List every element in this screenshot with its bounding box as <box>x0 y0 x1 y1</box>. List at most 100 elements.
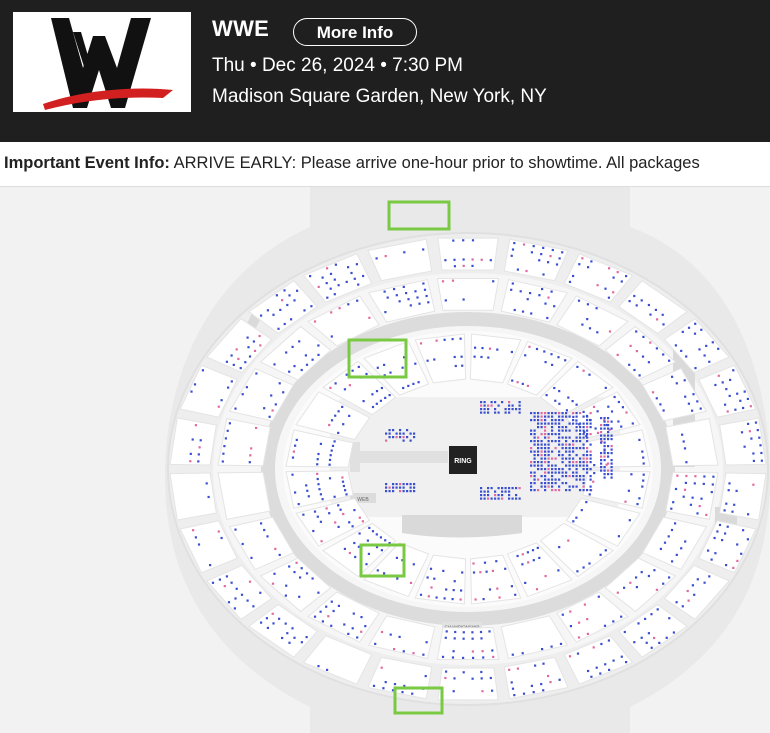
seat[interactable] <box>530 684 533 687</box>
floor-seat[interactable] <box>568 415 571 418</box>
seat[interactable] <box>588 373 591 376</box>
floor-seat[interactable] <box>392 490 395 493</box>
seat[interactable] <box>291 627 294 630</box>
floor-seat[interactable] <box>610 452 613 455</box>
floor-seat[interactable] <box>589 433 592 436</box>
seat[interactable] <box>703 475 706 478</box>
seat[interactable] <box>716 530 719 533</box>
seat[interactable] <box>488 630 491 633</box>
floor-seat[interactable] <box>540 443 543 446</box>
seat[interactable] <box>612 620 615 623</box>
floor-seat[interactable] <box>572 471 575 474</box>
floor-seat[interactable] <box>600 417 603 420</box>
seat[interactable] <box>451 279 455 282</box>
floor-seat[interactable] <box>540 440 543 443</box>
floor-seat[interactable] <box>603 445 606 448</box>
seat[interactable] <box>692 393 695 396</box>
seat[interactable] <box>576 365 579 368</box>
seat[interactable] <box>616 353 619 356</box>
seat[interactable] <box>636 503 639 506</box>
floor-seat[interactable] <box>544 433 547 436</box>
seat[interactable] <box>462 671 465 674</box>
seat[interactable] <box>277 327 280 330</box>
seat[interactable] <box>491 649 494 652</box>
seat[interactable] <box>736 543 739 546</box>
seat[interactable] <box>693 482 696 485</box>
seat[interactable] <box>356 299 359 302</box>
floor-seat[interactable] <box>406 490 409 493</box>
floor-seat[interactable] <box>561 436 564 439</box>
seat[interactable] <box>534 664 537 667</box>
floor-seat[interactable] <box>600 431 603 434</box>
floor-seat[interactable] <box>607 427 610 430</box>
floor-seat[interactable] <box>568 454 571 457</box>
seat[interactable] <box>330 624 333 627</box>
floor-seat[interactable] <box>603 452 606 455</box>
seat[interactable] <box>696 512 699 515</box>
seat[interactable] <box>384 396 387 399</box>
seat[interactable] <box>642 479 645 482</box>
seat[interactable] <box>569 610 572 613</box>
seat[interactable] <box>694 475 697 478</box>
seat[interactable] <box>668 359 671 362</box>
floor-seat[interactable] <box>579 433 582 436</box>
floor-seat[interactable] <box>547 478 550 481</box>
seat[interactable] <box>341 405 344 408</box>
floor-seat[interactable] <box>551 457 554 460</box>
floor-seat[interactable] <box>565 443 568 446</box>
seat[interactable] <box>492 655 495 658</box>
seat[interactable] <box>754 421 758 424</box>
seat[interactable] <box>234 528 237 531</box>
seat[interactable] <box>462 239 465 242</box>
seat[interactable] <box>752 452 755 455</box>
floor-seat[interactable] <box>544 475 547 478</box>
seat[interactable] <box>471 239 475 242</box>
floor-seat[interactable] <box>494 490 497 493</box>
seat[interactable] <box>747 513 750 516</box>
seat[interactable] <box>641 450 644 453</box>
seat[interactable] <box>558 402 561 405</box>
seat[interactable] <box>220 536 223 540</box>
seat[interactable] <box>472 562 475 565</box>
seat[interactable] <box>193 383 197 386</box>
seat[interactable] <box>685 461 688 464</box>
seat[interactable] <box>239 367 242 370</box>
seat[interactable] <box>246 336 249 339</box>
floor-seat[interactable] <box>558 471 561 474</box>
seat[interactable] <box>427 595 430 598</box>
seat[interactable] <box>414 362 417 365</box>
floor-seat[interactable] <box>483 494 486 497</box>
seat[interactable] <box>384 311 387 314</box>
seat[interactable] <box>343 623 346 626</box>
seat[interactable] <box>686 589 689 593</box>
seat[interactable] <box>551 363 554 366</box>
seat[interactable] <box>453 677 456 680</box>
seat[interactable] <box>586 632 589 635</box>
floor-seat[interactable] <box>600 434 603 437</box>
seat[interactable] <box>630 473 633 476</box>
seat[interactable] <box>316 515 319 518</box>
floor-seat[interactable] <box>530 464 533 467</box>
floor-seat[interactable] <box>395 436 398 439</box>
floor-seat[interactable] <box>497 411 500 414</box>
floor-seat[interactable] <box>586 489 589 492</box>
seat[interactable] <box>309 275 312 278</box>
seat[interactable] <box>592 405 596 408</box>
seat[interactable] <box>316 472 319 475</box>
seat[interactable] <box>511 653 514 656</box>
seat[interactable] <box>617 535 620 538</box>
seat[interactable] <box>708 360 711 363</box>
seat[interactable] <box>417 381 420 384</box>
seat[interactable] <box>347 266 350 269</box>
floor-seat[interactable] <box>547 485 550 488</box>
floor-seat[interactable] <box>610 476 613 479</box>
floor-seat[interactable] <box>586 415 589 418</box>
seat[interactable] <box>209 564 212 567</box>
seat[interactable] <box>383 572 386 575</box>
seat[interactable] <box>521 310 525 313</box>
floor-seat[interactable] <box>607 469 610 472</box>
seat[interactable] <box>713 536 716 540</box>
seat[interactable] <box>513 308 516 312</box>
seat[interactable] <box>286 632 289 635</box>
seat[interactable] <box>585 501 588 504</box>
